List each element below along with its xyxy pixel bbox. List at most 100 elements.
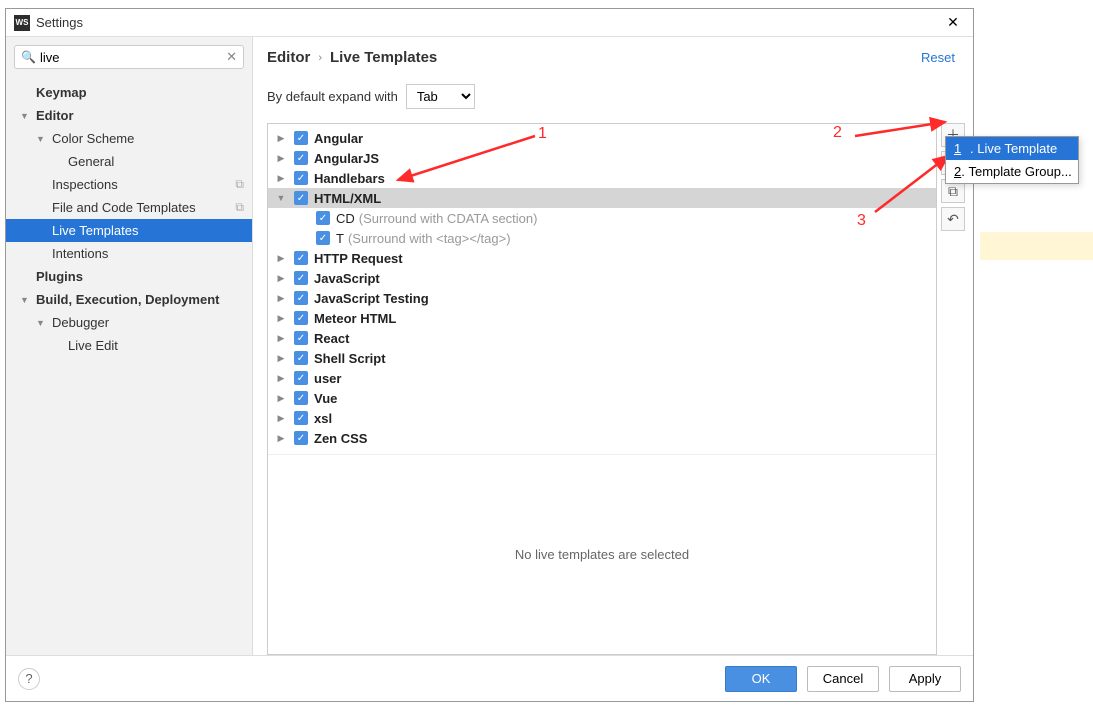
cancel-button[interactable]: Cancel: [807, 666, 879, 692]
window-title: Settings: [36, 15, 941, 30]
template-group-row[interactable]: ▶ ✓ Vue: [268, 388, 936, 408]
chevron-right-icon: ▶: [274, 393, 288, 404]
chevron-right-icon: ▶: [274, 153, 288, 164]
chevron-right-icon: ▶: [274, 293, 288, 304]
checkbox-icon[interactable]: ✓: [294, 131, 308, 145]
checkbox-icon[interactable]: ✓: [294, 291, 308, 305]
checkbox-icon[interactable]: ✓: [294, 351, 308, 365]
template-group-label: JavaScript: [314, 271, 380, 286]
template-group-row[interactable]: ▶ ✓ Angular: [268, 128, 936, 148]
sidebar-item[interactable]: File and Code Templates⧉: [6, 196, 252, 219]
chevron-down-icon: ▼: [20, 295, 29, 305]
chevron-down-icon: ▼: [274, 193, 288, 203]
template-label: CD: [336, 211, 355, 226]
template-group-row[interactable]: ▶✓user: [268, 368, 936, 388]
expand-with-select[interactable]: Tab: [406, 84, 475, 109]
sidebar-item[interactable]: Inspections⧉: [6, 173, 252, 196]
sidebar-item[interactable]: ▼Debugger: [6, 311, 252, 334]
template-group-row[interactable]: ▶ ✓ JavaScript Testing: [268, 288, 936, 308]
template-row[interactable]: ✓CD (Surround with CDATA section): [268, 208, 936, 228]
template-group-row[interactable]: ▶ ✓ HTTP Request: [268, 248, 936, 268]
expand-with-row: By default expand with Tab: [267, 76, 973, 123]
checkbox-icon[interactable]: ✓: [294, 411, 308, 425]
sidebar-item[interactable]: Intentions: [6, 242, 252, 265]
template-group-label: Vue: [314, 391, 337, 406]
content-row: ▶✓Angular▶✓AngularJS▶✓Handlebars▼✓HTML/X…: [267, 123, 973, 655]
template-row[interactable]: ✓T (Surround with <tag></tag>): [268, 228, 936, 248]
revert-icon: ↶: [947, 211, 959, 228]
checkbox-icon[interactable]: ✓: [294, 251, 308, 265]
checkbox-icon[interactable]: ✓: [294, 271, 308, 285]
chevron-down-icon: ▼: [36, 134, 45, 144]
reset-link[interactable]: Reset: [921, 50, 955, 65]
breadcrumb-parent[interactable]: Editor: [267, 49, 310, 66]
template-group-label: AngularJS: [314, 151, 379, 166]
search-input-wrap[interactable]: 🔍 ✕: [14, 45, 244, 69]
sidebar-item-label: Plugins: [36, 269, 83, 284]
sidebar-item-label: Color Scheme: [52, 131, 134, 146]
sidebar-item-label: Live Edit: [68, 338, 118, 353]
template-group-row[interactable]: ▶ ✓ AngularJS: [268, 148, 936, 168]
template-group-row[interactable]: ▶✓Zen CSS: [268, 428, 936, 448]
checkbox-icon[interactable]: ✓: [294, 431, 308, 445]
template-group-row[interactable]: ▶✓JavaScript: [268, 268, 936, 288]
search-input[interactable]: [40, 50, 226, 65]
dialog-body: 🔍 ✕ Keymap▼Editor▼Color SchemeGeneralIns…: [6, 37, 973, 655]
template-group-row[interactable]: ▶✓xsl: [268, 408, 936, 428]
sidebar-item[interactable]: Keymap: [6, 81, 252, 104]
sidebar-item-label: Build, Execution, Deployment: [36, 292, 219, 307]
checkbox-icon[interactable]: ✓: [294, 371, 308, 385]
add-popup: 1. Live Template 2. Template Group...: [945, 136, 1079, 184]
template-hint: (Surround with <tag></tag>): [348, 231, 511, 246]
sidebar-item[interactable]: ▼ Build, Execution, Deployment: [6, 288, 252, 311]
revert-button[interactable]: ↶: [941, 207, 965, 231]
checkbox-icon[interactable]: ✓: [294, 171, 308, 185]
copy-icon: ⧉: [948, 183, 958, 200]
checkbox-icon[interactable]: ✓: [294, 151, 308, 165]
breadcrumb: Editor › Live Templates Reset: [267, 49, 973, 76]
sidebar-item[interactable]: Live Edit: [6, 334, 252, 357]
popup-item-template-group[interactable]: 2. Template Group...: [946, 160, 1078, 183]
help-button[interactable]: ?: [18, 668, 40, 690]
chevron-right-icon: ▶: [274, 333, 288, 344]
template-group-label: JavaScript Testing: [314, 291, 429, 306]
project-scope-icon: ⧉: [235, 200, 244, 215]
checkbox-icon[interactable]: ✓: [294, 391, 308, 405]
dialog-footer: ? OK Cancel Apply: [6, 655, 973, 701]
sidebar: 🔍 ✕ Keymap▼Editor▼Color SchemeGeneralIns…: [6, 37, 253, 655]
template-group-row[interactable]: ▶✓Meteor HTML: [268, 308, 936, 328]
sidebar-item-label: Debugger: [52, 315, 109, 330]
template-list[interactable]: ▶✓Angular▶✓AngularJS▶✓Handlebars▼✓HTML/X…: [268, 124, 936, 454]
template-group-label: Angular: [314, 131, 363, 146]
breadcrumb-current: Live Templates: [330, 49, 437, 66]
template-group-label: HTTP Request: [314, 251, 403, 266]
tool-column: ＋ － ⧉ ↶: [941, 123, 969, 655]
chevron-down-icon: ▼: [20, 111, 29, 121]
sidebar-item[interactable]: General: [6, 150, 252, 173]
sidebar-item[interactable]: ▼Editor: [6, 104, 252, 127]
template-group-row[interactable]: ▶✓React: [268, 328, 936, 348]
close-icon[interactable]: ✕: [941, 11, 965, 35]
chevron-right-icon: ▶: [274, 133, 288, 144]
template-group-row[interactable]: ▼✓HTML/XML: [268, 188, 936, 208]
sidebar-item[interactable]: Live Templates: [6, 219, 252, 242]
sidebar-item-label: Live Templates: [52, 223, 138, 238]
clear-icon[interactable]: ✕: [226, 49, 237, 65]
template-group-row[interactable]: ▶✓Handlebars: [268, 168, 936, 188]
popup-item-live-template[interactable]: 1. Live Template: [946, 137, 1078, 160]
checkbox-icon[interactable]: ✓: [294, 191, 308, 205]
checkbox-icon[interactable]: ✓: [294, 331, 308, 345]
template-group-row[interactable]: ▶✓Shell Script: [268, 348, 936, 368]
checkbox-icon[interactable]: ✓: [316, 231, 330, 245]
template-group-label: user: [314, 371, 341, 386]
settings-dialog: WS Settings ✕ 🔍 ✕ Keymap▼Editor▼Color Sc…: [5, 8, 974, 702]
apply-button[interactable]: Apply: [889, 666, 961, 692]
app-icon: WS: [14, 15, 30, 31]
checkbox-icon[interactable]: ✓: [316, 211, 330, 225]
ok-button[interactable]: OK: [725, 666, 797, 692]
chevron-right-icon: ▶: [274, 253, 288, 264]
chevron-right-icon: ▶: [274, 173, 288, 184]
checkbox-icon[interactable]: ✓: [294, 311, 308, 325]
sidebar-item[interactable]: Plugins: [6, 265, 252, 288]
sidebar-item[interactable]: ▼ Color Scheme: [6, 127, 252, 150]
